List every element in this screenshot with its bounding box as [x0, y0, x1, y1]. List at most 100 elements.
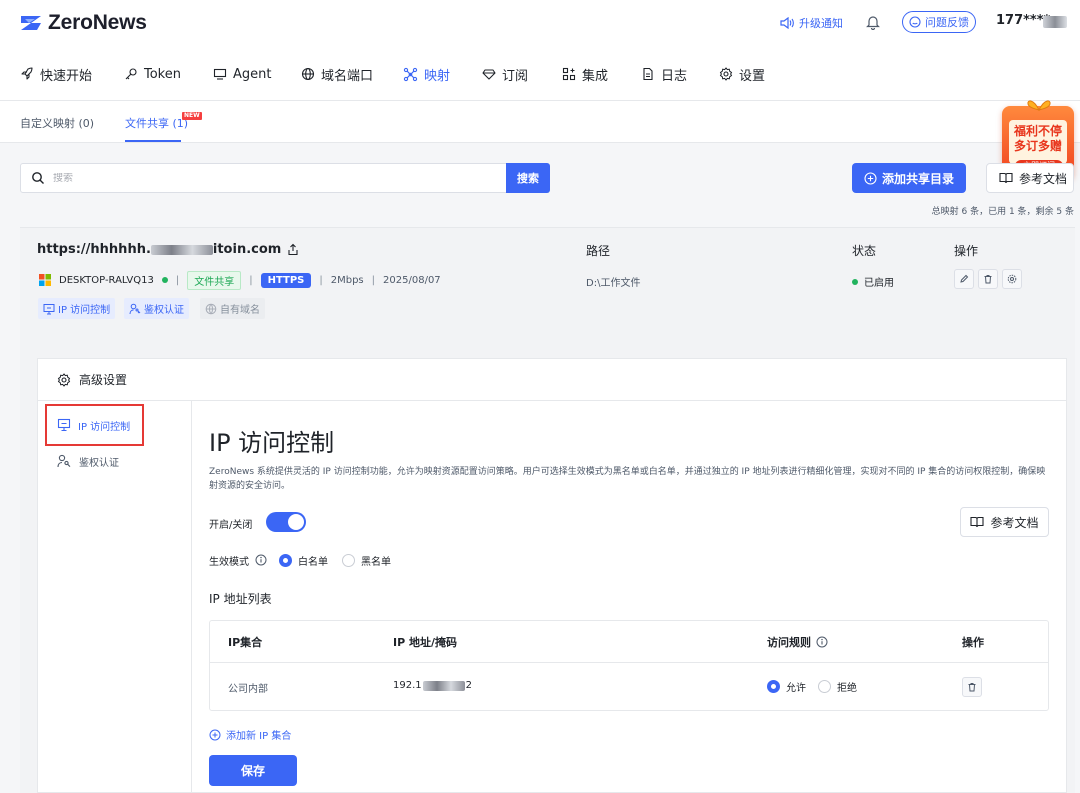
nav-subscription[interactable]: 订阅: [482, 65, 528, 84]
trash-icon: [983, 274, 993, 284]
advanced-settings-title: 高级设置: [79, 373, 128, 387]
nav-token[interactable]: Token: [124, 65, 181, 83]
info-icon[interactable]: [816, 636, 828, 648]
feature-auth[interactable]: 鉴权认证: [124, 298, 189, 319]
ip-set-name: 公司内部: [228, 684, 268, 695]
col-header-ops: 操作: [954, 244, 979, 258]
ip-address: 192.1 2: [393, 680, 472, 691]
monitor-icon: [213, 67, 227, 81]
ip-access-toggle[interactable]: [266, 512, 306, 532]
settings-button[interactable]: [1002, 269, 1022, 289]
status-label: 已启用: [864, 278, 894, 289]
plus-circle-icon: [209, 729, 221, 741]
tab-file-share[interactable]: 文件共享 (1): [125, 115, 188, 131]
logo-icon: [19, 14, 43, 32]
delete-button[interactable]: [978, 269, 998, 289]
nav-label: 映射: [424, 68, 451, 84]
radio-whitelist[interactable]: [279, 553, 292, 567]
user-key-icon: [129, 303, 141, 315]
search-input[interactable]: [53, 172, 453, 184]
page-description: ZeroNews 系统提供灵活的 IP 访问控制功能，允许为映射资源配置访问策略…: [209, 467, 1046, 491]
plus-circle-icon: [864, 171, 877, 185]
feature-own-domain[interactable]: 自有域名: [200, 298, 265, 319]
created-date: 2025/08/07: [383, 274, 441, 286]
feature-ip-access[interactable]: IP 访问控制: [38, 298, 116, 319]
bandwidth: 2Mbps: [330, 274, 364, 286]
tab-custom-mapping[interactable]: 自定义映射 (0): [20, 115, 94, 131]
nav-quick-start[interactable]: 快速开始: [20, 65, 93, 84]
rocket-icon: [20, 67, 34, 81]
whitelist-label[interactable]: 白名单: [298, 553, 328, 568]
share-icon[interactable]: [287, 243, 299, 256]
th-access-rule-label: 访问规则: [767, 636, 811, 649]
feedback-label: 问题反馈: [925, 16, 969, 29]
mapping-path: D:\工作文件: [586, 278, 641, 289]
save-button[interactable]: 保存: [209, 755, 297, 786]
feature-label: IP 访问控制: [58, 305, 111, 316]
reference-doc-button-top[interactable]: 参考文档: [986, 163, 1074, 193]
bell-icon[interactable]: [866, 14, 880, 30]
file-icon: [641, 67, 655, 81]
active-tab-indicator: [125, 140, 181, 142]
add-ip-set-link[interactable]: 添加新 IP 集合: [209, 727, 291, 742]
reference-doc-button[interactable]: 参考文档: [960, 507, 1049, 537]
gear-icon: [1007, 274, 1017, 284]
row-delete-button[interactable]: [962, 677, 982, 697]
mapping-summary: 总映射 6 条，已用 1 条，剩余 5 条: [931, 207, 1074, 217]
trash-icon: [967, 682, 977, 692]
sidebar-item-label: IP 访问控制: [78, 421, 131, 433]
col-header-path: 路径: [586, 244, 611, 258]
radio-blacklist[interactable]: [342, 553, 355, 567]
radio-allow[interactable]: [767, 680, 780, 693]
sidebar-item-ip-access[interactable]: IP 访问控制: [45, 404, 144, 446]
nav-label: 快速开始: [40, 68, 93, 84]
key-icon: [124, 67, 138, 81]
device-row: DESKTOP-RALVQ13 | 文件共享 | HTTPS | 2Mbps |…: [39, 270, 441, 290]
logo-text: ZeroNews: [48, 11, 147, 34]
mapping-status: 已启用: [852, 274, 894, 289]
sidebar-item-auth[interactable]: 鉴权认证: [57, 453, 119, 469]
status-dot: [852, 278, 858, 285]
allow-label[interactable]: 允许: [786, 679, 806, 694]
online-dot: [161, 277, 168, 283]
radio-deny[interactable]: [818, 680, 831, 693]
nav-agent[interactable]: Agent: [213, 65, 271, 83]
book-icon: [999, 172, 1013, 184]
info-icon[interactable]: [255, 554, 267, 566]
nav-settings[interactable]: 设置: [719, 65, 765, 84]
search-button[interactable]: 搜索: [506, 163, 550, 193]
url-mask: [150, 244, 213, 255]
separator: |: [249, 274, 253, 286]
col-header-status: 状态: [852, 244, 877, 258]
ip-prefix: 192.1: [393, 680, 422, 691]
th-ip-set: IP集合: [228, 636, 263, 649]
add-ip-set-label: 添加新 IP 集合: [226, 731, 292, 742]
promo-card: 福利不停 多订多赠: [1009, 120, 1067, 164]
page-title: IP 访问控制: [209, 429, 335, 457]
blacklist-label[interactable]: 黑名单: [361, 553, 391, 568]
edit-button[interactable]: [954, 269, 974, 289]
nav-mapping[interactable]: 映射: [403, 65, 451, 84]
nav-domain-port[interactable]: 域名端口: [301, 65, 373, 84]
logo[interactable]: ZeroNews: [19, 11, 147, 35]
feedback-button[interactable]: 问题反馈: [902, 11, 976, 33]
mapping-icon: [403, 67, 418, 82]
grid-icon: [562, 67, 576, 81]
nav-label: Agent: [233, 66, 272, 82]
url-suffix: itoin.com: [212, 242, 282, 257]
search-icon: [31, 171, 45, 185]
promo-line-1: 福利不停: [1013, 124, 1062, 138]
book-icon: [970, 516, 985, 528]
mapping-url[interactable]: https://hhhhhh. itoin.com: [37, 242, 299, 257]
nav-integration[interactable]: 集成: [562, 65, 608, 84]
ip-table-header: [210, 621, 1048, 663]
upgrade-notice-link[interactable]: 升级通知: [780, 13, 843, 33]
deny-label[interactable]: 拒绝: [837, 679, 857, 694]
effective-mode-row: 生效模式 白名单 黑名单: [209, 551, 391, 569]
file-share-tag: 文件共享: [187, 270, 242, 290]
nav-logs[interactable]: 日志: [641, 65, 687, 84]
search-box[interactable]: [20, 163, 507, 193]
smile-icon: [909, 16, 921, 28]
add-share-dir-button[interactable]: 添加共享目录: [852, 163, 966, 193]
sub-tabs: 自定义映射 (0) 文件共享 (1): [0, 101, 1080, 143]
